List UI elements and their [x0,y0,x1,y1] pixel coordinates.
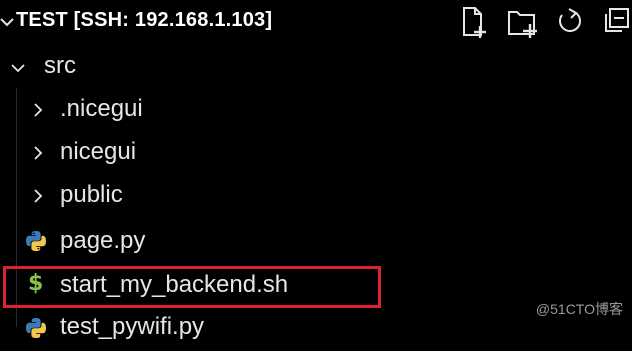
tree-item-folder[interactable]: nicegui [0,131,632,175]
tree-item-label: .nicegui [60,95,143,122]
new-file-button[interactable] [458,4,490,40]
tree-item-folder[interactable]: .nicegui [0,88,632,132]
chevron-right-icon [34,103,43,117]
refresh-button[interactable] [554,4,586,40]
watermark: @51CTO博客 [535,301,623,317]
new-file-icon [463,7,486,38]
explorer-header: TEST [SSH: 192.168.1.103] [0,0,632,44]
highlight-box [3,266,381,308]
new-folder-button[interactable] [506,4,538,40]
chevron-right-icon [34,189,43,203]
collapse-all-icon [605,8,629,32]
tree-item-folder[interactable]: public [0,174,632,218]
tree-item-src[interactable]: src [0,44,632,88]
chevron-down-icon [11,64,25,73]
collapse-all-button[interactable] [600,4,632,40]
python-icon [26,231,46,251]
python-icon [26,318,46,338]
refresh-icon [559,8,581,32]
tree-item-file[interactable]: page.py [0,219,632,263]
chevron-down-icon[interactable] [0,14,14,30]
tree-item-label: test_pywifi.py [60,313,205,340]
new-folder-icon [508,11,537,38]
tree-item-label: src [44,52,76,79]
tree-item-label: nicegui [60,138,137,165]
chevron-right-icon [34,146,43,160]
tree-item-label: public [60,181,123,208]
workspace-title[interactable]: TEST [SSH: 192.168.1.103] [16,9,272,32]
tree-item-label: page.py [60,227,146,254]
